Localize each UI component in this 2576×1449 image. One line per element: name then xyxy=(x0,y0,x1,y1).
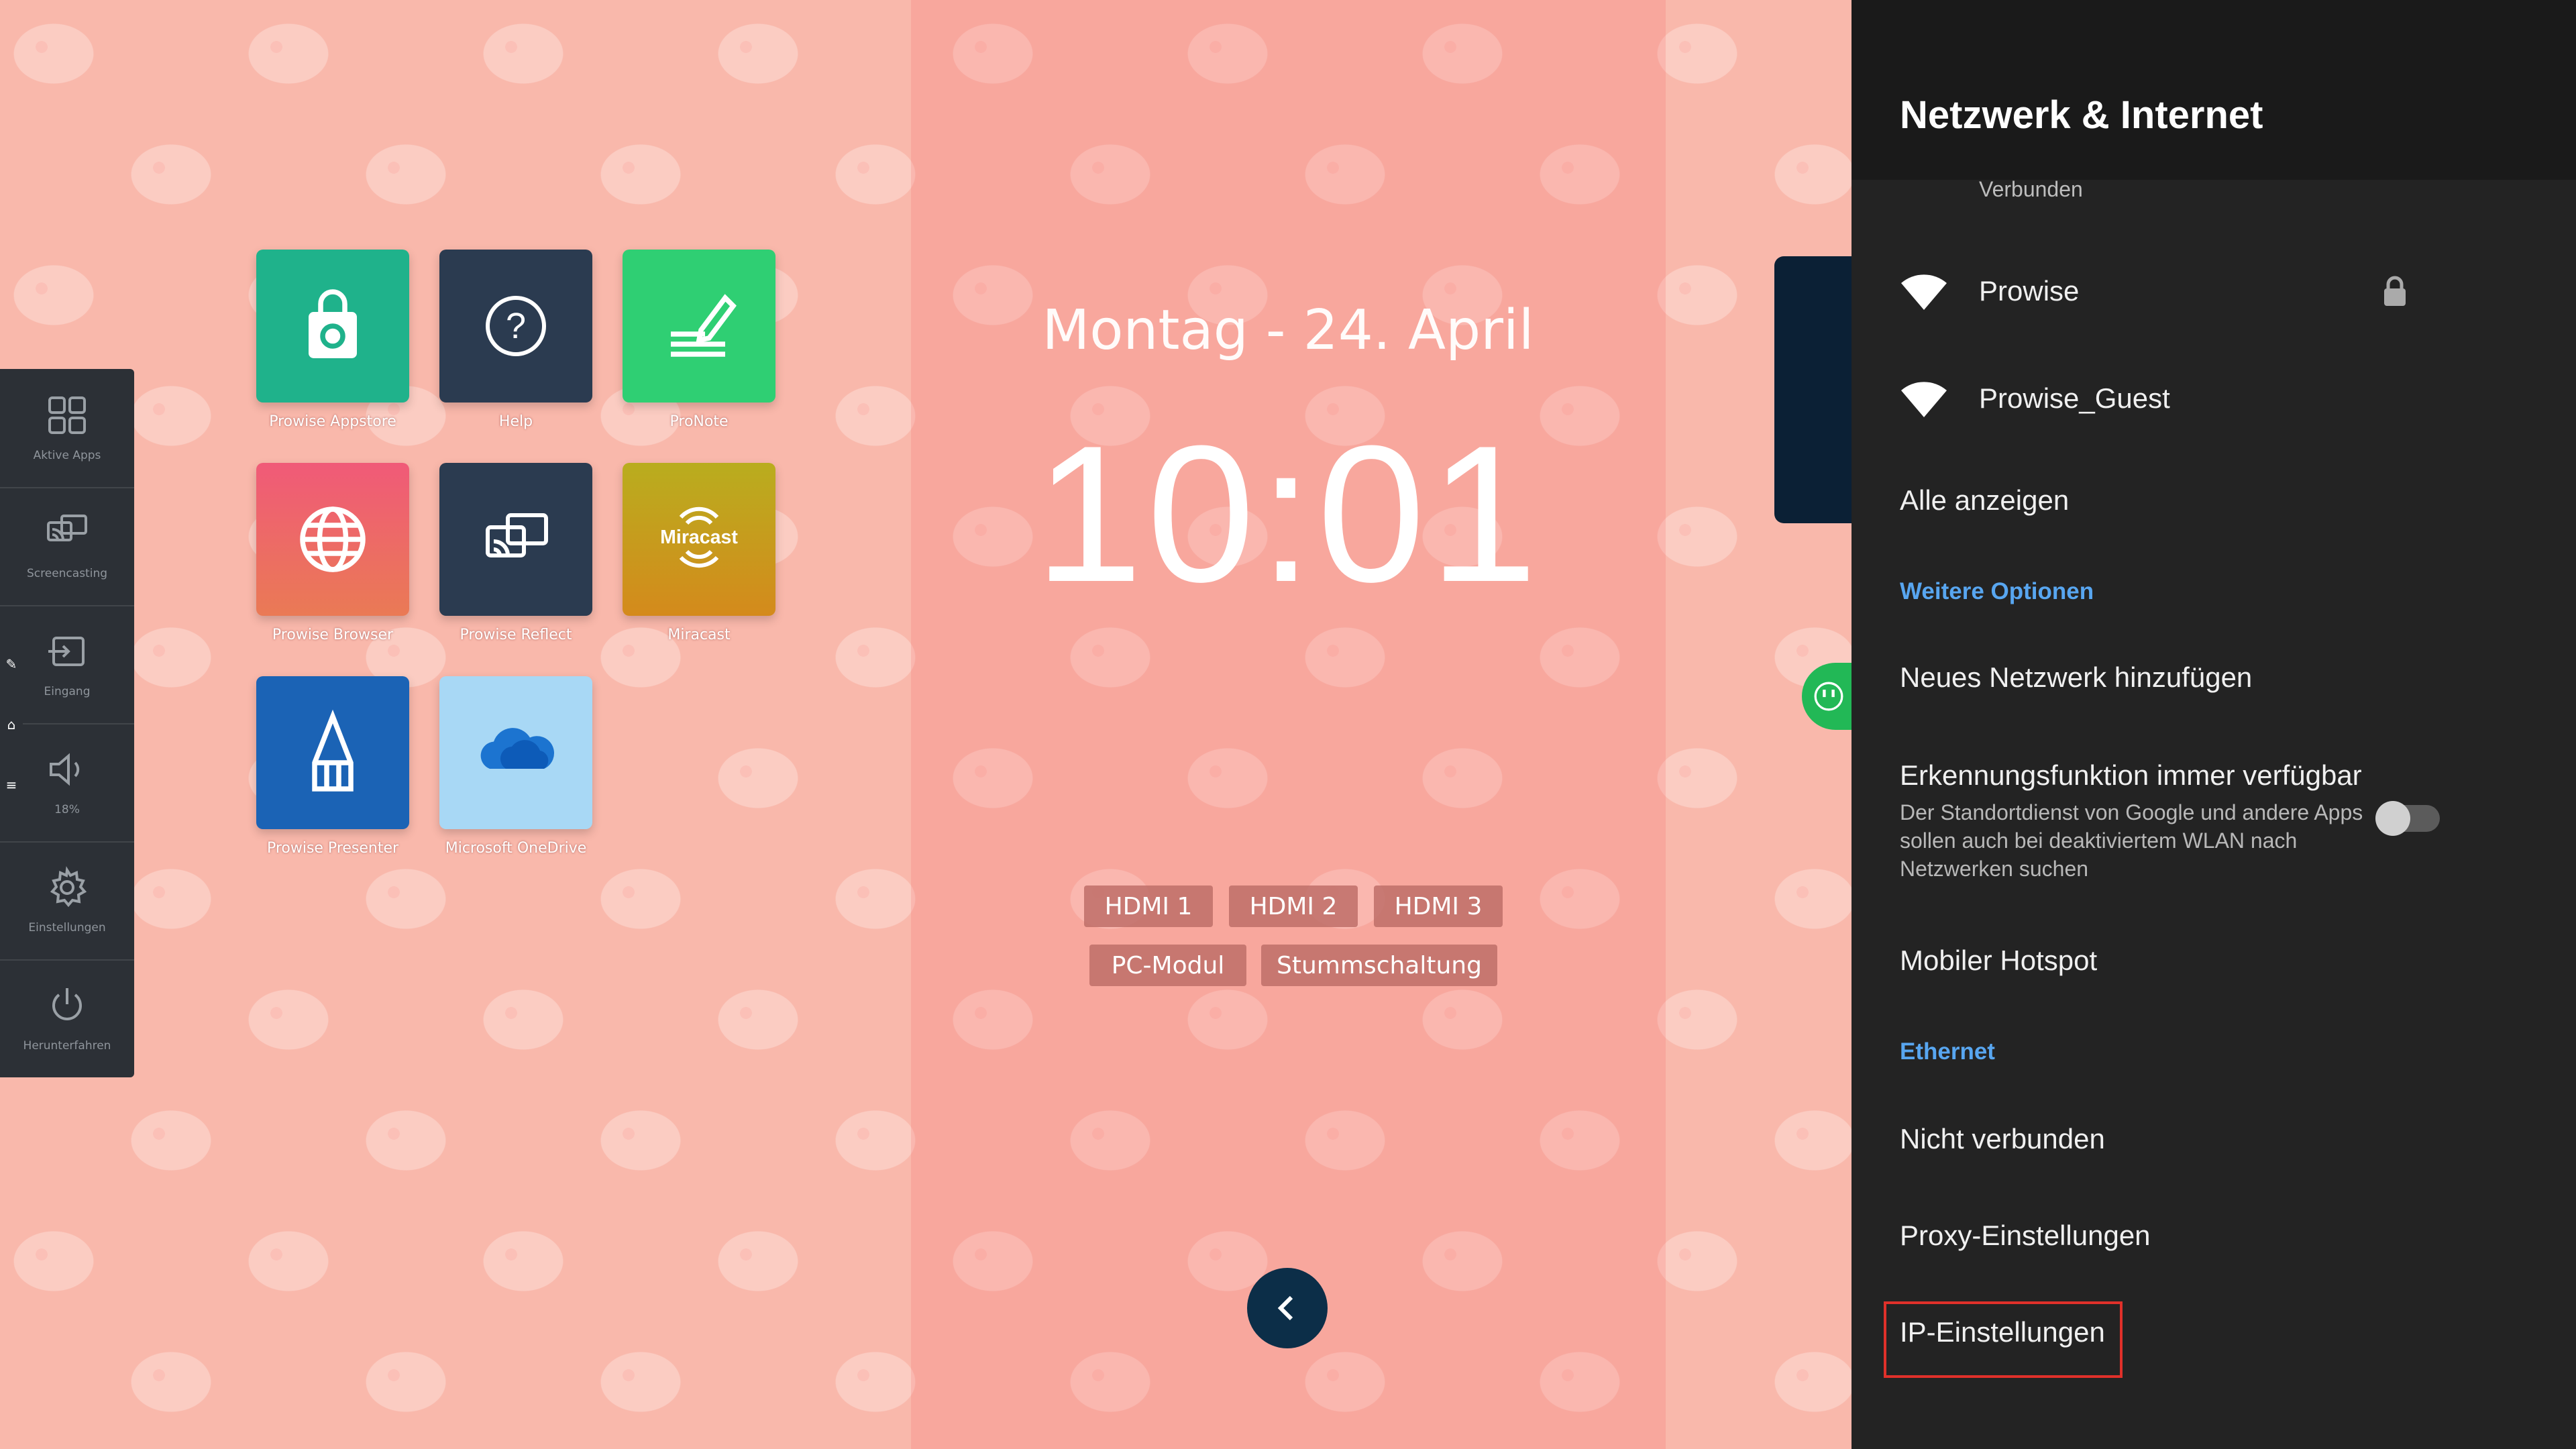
source-button-hdmi1[interactable]: HDMI 1 xyxy=(1084,885,1213,927)
pen-icon: ✎ xyxy=(5,656,17,672)
ethernet-status[interactable]: Nicht verbunden xyxy=(1900,1123,2105,1155)
app-prowise-browser[interactable]: Prowise Browser xyxy=(256,463,409,643)
svg-text:?: ? xyxy=(506,306,526,346)
source-button-hdmi3[interactable]: HDMI 3 xyxy=(1374,885,1503,927)
power-icon xyxy=(52,988,82,1020)
menu-icon: ≡ xyxy=(5,777,17,793)
network-name: Prowise xyxy=(1979,275,2080,307)
scan-always-toggle[interactable] xyxy=(2375,801,2440,836)
dock-label: Einstellungen xyxy=(28,921,106,934)
network-name: Prowise_Guest xyxy=(1979,382,2170,414)
globe-icon xyxy=(300,506,366,572)
app-prowise-reflect[interactable]: Prowise Reflect xyxy=(439,463,592,643)
pen-note-icon xyxy=(671,294,737,357)
app-label: ProNote xyxy=(669,413,729,430)
app-label: Miracast xyxy=(667,627,731,643)
wifi-icon xyxy=(1901,382,1947,417)
page-title: Netzwerk & Internet xyxy=(1900,93,2263,137)
panel-header: Netzwerk & Internet xyxy=(1851,0,2576,180)
highlight-box xyxy=(1884,1301,2123,1378)
connected-status: Verbunden xyxy=(1979,177,2083,201)
mobile-hotspot-item[interactable]: Mobiler Hotspot xyxy=(1900,945,2097,977)
app-tile: ? xyxy=(439,250,592,402)
app-prowise-appstore[interactable]: Prowise Appstore xyxy=(256,250,409,430)
scan-always-title[interactable]: Erkennungsfunktion immer verfügbar xyxy=(1900,759,2362,792)
volume-icon xyxy=(50,753,80,786)
dock-label: Eingang xyxy=(44,685,91,698)
dock-item-settings[interactable]: Einstellungen xyxy=(0,841,134,961)
miracast-logo-text: Miracast xyxy=(660,527,738,548)
center-band xyxy=(911,0,1666,1449)
smiley-icon xyxy=(1814,682,1843,711)
dock-item-active-apps[interactable]: Aktive Apps xyxy=(0,369,134,488)
app-pronote[interactable]: ProNote xyxy=(623,250,775,430)
input-icon xyxy=(48,637,85,666)
dock-label: Screencasting xyxy=(26,567,108,580)
gear-icon xyxy=(50,866,87,908)
show-all-networks[interactable]: Alle anzeigen xyxy=(1900,484,2069,517)
source-button-hdmi2[interactable]: HDMI 2 xyxy=(1229,885,1358,927)
app-label: Help xyxy=(498,413,533,430)
cloud-icon xyxy=(480,728,555,769)
app-tile xyxy=(256,463,409,616)
active-apps-icon xyxy=(48,396,86,434)
section-ethernet: Ethernet xyxy=(1900,1038,1995,1065)
dock-item-shutdown[interactable]: Herunterfahren xyxy=(0,959,134,1077)
screen-mirror-icon xyxy=(486,513,548,557)
app-label: Prowise Presenter xyxy=(266,840,399,857)
add-network-item[interactable]: Neues Netzwerk hinzufügen xyxy=(1900,661,2252,694)
back-button[interactable] xyxy=(1247,1268,1328,1348)
app-label: Prowise Appstore xyxy=(269,413,396,430)
mute-button[interactable]: Stummschaltung xyxy=(1261,945,1497,986)
app-label: Prowise Browser xyxy=(272,627,394,643)
app-miracast[interactable]: Miracast Miracast xyxy=(623,463,775,643)
screencast-icon xyxy=(47,515,87,541)
app-tile xyxy=(439,676,592,829)
settings-panel: Netzwerk & Internet Verbunden Prowise Pr… xyxy=(1851,0,2576,1449)
dock-side-tab[interactable]: ✎ ⌂ ≡ xyxy=(0,634,23,815)
section-more-options: Weitere Optionen xyxy=(1900,578,2094,604)
help-icon: ? xyxy=(486,296,546,356)
proxy-settings-item[interactable]: Proxy-Einstellungen xyxy=(1900,1220,2151,1252)
time-display: 10:01 xyxy=(1034,405,1542,623)
home-icon: ⌂ xyxy=(7,716,16,733)
pencil-icon xyxy=(312,709,354,792)
chevron-left-icon xyxy=(1277,1295,1293,1321)
app-microsoft-onedrive[interactable]: Microsoft OneDrive xyxy=(439,676,592,857)
app-prowise-presenter[interactable]: Prowise Presenter xyxy=(256,676,409,857)
lock-icon xyxy=(2384,276,2406,306)
app-tile xyxy=(623,250,775,402)
app-tile xyxy=(256,250,409,402)
app-tile xyxy=(439,463,592,616)
app-tile xyxy=(256,676,409,829)
shopping-bag-icon xyxy=(309,289,357,358)
scan-always-description: Der Standortdienst von Google und andere… xyxy=(1900,800,2363,881)
dock-label: Herunterfahren xyxy=(23,1039,111,1053)
app-help[interactable]: ? Help xyxy=(439,250,592,430)
app-label: Prowise Reflect xyxy=(460,627,572,643)
wifi-icon xyxy=(1901,274,1947,310)
app-label: Microsoft OneDrive xyxy=(445,840,587,857)
source-button-pc-module[interactable]: PC-Modul xyxy=(1089,945,1246,986)
dock-item-screencasting[interactable]: Screencasting xyxy=(0,487,134,606)
miracast-logo-icon: Miracast xyxy=(660,506,738,568)
side-panel-handle[interactable] xyxy=(1774,256,1851,523)
date-display: Montag - 24. April xyxy=(1042,299,1534,362)
dock-label: Aktive Apps xyxy=(33,449,101,462)
app-tile: Miracast xyxy=(623,463,775,616)
dock-label: 18% xyxy=(54,803,80,816)
